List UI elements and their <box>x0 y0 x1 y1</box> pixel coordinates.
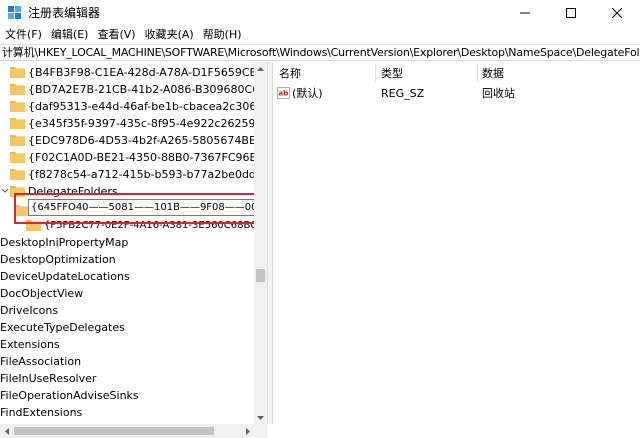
scroll-thumb[interactable] <box>256 269 265 282</box>
tree-item-label: {e345f35f-9397-435c-8f95-4e922c26259e} <box>28 117 254 130</box>
column-header-type[interactable]: 类型 <box>381 66 403 81</box>
menu-file[interactable]: 文件(F) <box>0 26 46 44</box>
folder-icon <box>26 220 41 231</box>
chevron-down-icon[interactable] <box>1 187 9 195</box>
tree-item[interactable]: {F02C1A0D-BE21-4350-88B0-7367FC96EF3C} <box>0 149 254 166</box>
tree-item-label: DesktopIniPropertyMap <box>0 236 129 249</box>
scroll-left-button[interactable] <box>0 424 13 438</box>
tree-item[interactable]: {f8278c54-a712-415b-b593-b77a2be0dda9} <box>0 166 254 183</box>
tree-item-label: DesktopOptimization <box>0 253 116 266</box>
key-tree: {B4FB3F98-C1EA-428d-A78A-D1F5659CBA93} {… <box>0 62 254 424</box>
tree-item-delegatefolders[interactable]: DelegateFolders <box>0 183 254 200</box>
tree-item-label: {daf95313-e44d-46af-be1b-cbacea2c3065} <box>28 100 254 113</box>
title-bar: 注册表编辑器 <box>0 0 640 26</box>
tree-item[interactable]: {e345f35f-9397-435c-8f95-4e922c26259e} <box>0 115 254 132</box>
maximize-button[interactable] <box>548 0 594 26</box>
tree-item[interactable]: {B4FB3F98-C1EA-428d-A78A-D1F5659CBA93} <box>0 64 254 81</box>
tree-item-label: ExecuteTypeDelegates <box>0 321 125 334</box>
tree-item[interactable]: {BD7A2E7B-21CB-41b2-A086-B309680C6B7E} <box>0 81 254 98</box>
tree-item-label: FileAssociation <box>0 355 82 368</box>
menu-favorites[interactable]: 收藏夹(A) <box>140 26 198 44</box>
value-name: (默认) <box>292 87 323 100</box>
tree-vertical-scrollbar[interactable] <box>254 62 267 424</box>
tree-item[interactable]: DeviceUpdateLocations <box>0 268 254 285</box>
menu-view[interactable]: 查看(V) <box>92 26 139 44</box>
registry-editor-window: 注册表编辑器 文件(F) 编辑(E) 查看(V) 收藏夹(A) 帮助(H) 计算… <box>0 0 640 438</box>
chevron-left-icon <box>4 427 9 435</box>
close-icon <box>612 8 622 18</box>
tree-item[interactable]: DesktopIniPropertyMap <box>0 234 254 251</box>
folder-icon <box>10 101 25 112</box>
tree-item-label: {BD7A2E7B-21CB-41b2-A086-B309680C6B7E} <box>28 83 254 96</box>
folder-icon <box>10 67 25 78</box>
scroll-thumb[interactable] <box>14 427 214 435</box>
column-header-data[interactable]: 数据 <box>482 66 504 81</box>
folder-icon <box>10 152 25 163</box>
tree-item-label: {F5FB2C77-0E2F-4A16-A381-3E560C68BC83} <box>44 220 254 231</box>
value-type: REG_SZ <box>381 87 425 100</box>
menu-help[interactable]: 帮助(H) <box>198 26 246 44</box>
scroll-up-button[interactable] <box>254 62 267 75</box>
column-divider[interactable] <box>375 64 376 82</box>
tree-item-label: {B4FB3F98-C1EA-428d-A78A-D1F5659CBA93} <box>28 66 254 79</box>
value-data: 回收站 <box>482 87 515 100</box>
chevron-down-icon <box>257 415 264 420</box>
column-divider[interactable] <box>477 64 478 82</box>
tree-item[interactable]: ExecuteTypeDelegates <box>0 319 254 336</box>
tree-item[interactable]: {EDC978D6-4D53-4b2f-A265-5805674BE568} <box>0 132 254 149</box>
tree-item-label: {F02C1A0D-BE21-4350-88B0-7367FC96EF3C} <box>28 151 254 164</box>
menu-edit[interactable]: 编辑(E) <box>46 26 93 44</box>
minimize-button[interactable] <box>502 0 548 26</box>
tree-item-label: Extensions <box>0 338 60 351</box>
tree-item[interactable]: DesktopOptimization <box>0 251 254 268</box>
minimize-icon <box>520 12 530 14</box>
tree-item-label: {f8278c54-a712-415b-b593-b77a2be0dda9} <box>28 168 254 181</box>
tree-item[interactable]: {F5FB2C77-0E2F-4A16-A381-3E560C68BC83} <box>0 217 254 234</box>
tree-item[interactable]: FileInUseResolver <box>0 370 254 387</box>
folder-icon <box>10 84 25 95</box>
column-header-name[interactable]: 名称 <box>279 66 301 81</box>
tree-item[interactable]: Extensions <box>0 336 254 353</box>
chevron-right-icon <box>245 427 250 435</box>
tree-item-label: DriveIcons <box>0 304 59 317</box>
window-title: 注册表编辑器 <box>28 6 101 20</box>
tree-item[interactable]: DocObjectView <box>0 285 254 302</box>
tree-item-label: {EDC978D6-4D53-4b2f-A265-5805674BE568} <box>28 134 254 147</box>
reg-sz-ab-icon: ab <box>277 87 290 99</box>
tree-item[interactable]: FileAssociation <box>0 353 254 370</box>
folder-icon <box>10 135 25 146</box>
address-path: 计算机\HKEY_LOCAL_MACHINE\SOFTWARE\Microsof… <box>2 46 640 59</box>
tree-item-label: FileOperationAdviseSinks <box>0 389 139 402</box>
svg-text:ab: ab <box>279 90 289 98</box>
scrollbar-corner <box>254 424 267 438</box>
tree-item-label: DocObjectView <box>0 287 84 300</box>
tree-item-label: DelegateFolders <box>28 185 118 198</box>
tree-item[interactable]: FileOperationAdviseSinks <box>0 387 254 404</box>
scroll-down-button[interactable] <box>254 411 267 424</box>
chevron-up-icon <box>257 66 264 71</box>
folder-icon <box>10 118 25 129</box>
tree-item[interactable]: DriveIcons <box>0 302 254 319</box>
folder-open-icon <box>10 186 25 197</box>
tree-horizontal-scrollbar[interactable] <box>0 424 267 438</box>
close-button[interactable] <box>594 0 640 26</box>
tree-item-label: FileInUseResolver <box>0 372 97 385</box>
registry-editor-app-icon <box>8 6 21 19</box>
folder-icon <box>10 169 25 180</box>
values-list: 名称 类型 数据 ab (默认) REG_SZ 回收站 <box>273 62 640 424</box>
scroll-right-button[interactable] <box>241 424 254 438</box>
tree-item-label: DeviceUpdateLocations <box>0 270 130 283</box>
folder-icon <box>14 205 29 216</box>
tree-item-label: FindExtensions <box>0 406 83 419</box>
tree-item[interactable]: FindExtensions <box>0 404 254 421</box>
maximize-icon <box>566 8 576 18</box>
tree-item[interactable]: {daf95313-e44d-46af-be1b-cbacea2c3065} <box>0 98 254 115</box>
address-bar[interactable]: 计算机\HKEY_LOCAL_MACHINE\SOFTWARE\Microsof… <box>0 44 640 61</box>
menu-bar: 文件(F) 编辑(E) 查看(V) 收藏夹(A) 帮助(H) <box>0 26 640 44</box>
